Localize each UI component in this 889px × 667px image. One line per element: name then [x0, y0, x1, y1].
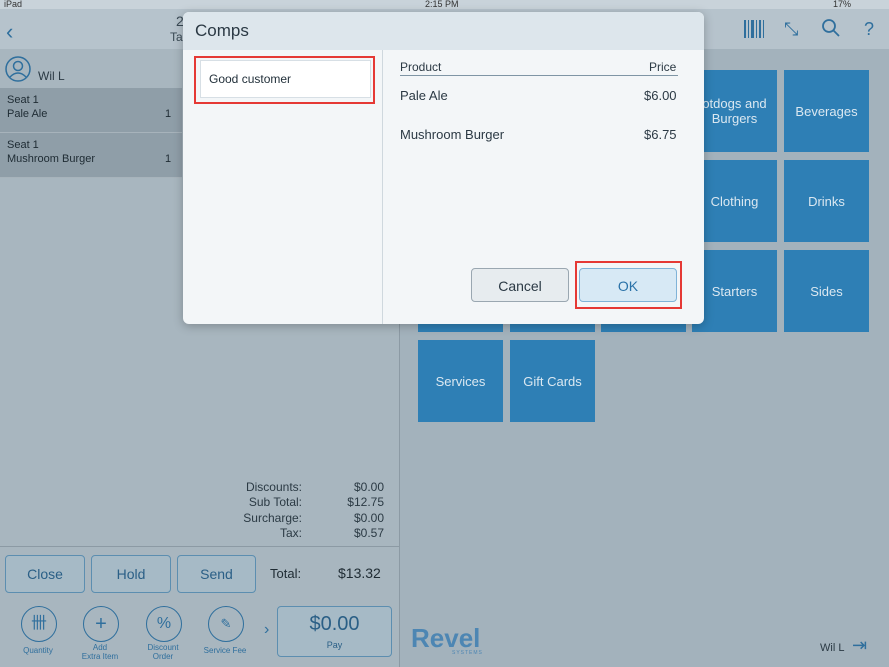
chevron-right-icon[interactable]: › [264, 621, 269, 639]
pay-button[interactable]: $0.00 Pay [277, 606, 392, 657]
category-tile[interactable]: otdogs and Burgers [692, 70, 777, 152]
user-avatar-icon [5, 56, 31, 87]
category-tile[interactable]: Drinks [784, 160, 869, 242]
device-name: iPad [4, 0, 23, 9]
close-button[interactable]: Close [5, 555, 85, 593]
surcharge-value: $0.00 [353, 511, 384, 525]
barcode-icon[interactable] [744, 20, 764, 43]
header-rule [400, 75, 678, 76]
status-bar: iPad 2:15 PM 17% [0, 0, 889, 9]
help-icon[interactable]: ? [864, 19, 874, 40]
quantity-icon[interactable]: 卌 [21, 606, 57, 642]
category-tile[interactable]: Clothing [692, 160, 777, 242]
add-extra-label-2: Extra Item [81, 652, 119, 661]
service-fee-icon[interactable]: ✎ [208, 606, 244, 642]
category-tile[interactable]: Gift Cards [510, 340, 595, 422]
column-header-product: Product [400, 60, 442, 74]
dialog-header [183, 12, 704, 50]
service-fee-label: Service Fee [203, 646, 247, 655]
battery-percent: 17% [833, 0, 852, 9]
surcharge-label: Surcharge: [243, 511, 302, 525]
category-tile[interactable]: Services [418, 340, 503, 422]
discount-order-icon[interactable]: % [146, 606, 182, 642]
seat-label: Seat 1 [7, 94, 39, 106]
comp-price: $6.75 [644, 127, 677, 142]
comp-product: Pale Ale [400, 88, 448, 103]
item-name: Pale Ale [7, 108, 48, 120]
comps-dialog: Comps Good customer Product Price Pale A… [183, 12, 704, 324]
logout-icon[interactable]: ⇥ [852, 635, 867, 656]
column-header-price: Price [649, 60, 677, 74]
discount-label-2: Order [152, 652, 174, 661]
pay-amount: $0.00 [309, 613, 360, 635]
tax-value: $0.57 [353, 526, 384, 540]
category-tile[interactable]: Starters [692, 250, 777, 332]
subtotal-value: $12.75 [347, 495, 384, 509]
dialog-title: Comps [195, 21, 249, 40]
discounts-label: Discounts: [245, 480, 302, 494]
discounts-value: $0.00 [353, 480, 384, 494]
divider [0, 546, 399, 547]
comp-reason-item[interactable]: Good customer [200, 60, 371, 98]
table-label: Ta [170, 30, 183, 44]
quantity-label: Quantity [23, 646, 53, 655]
comp-price: $6.00 [644, 88, 677, 103]
footer-user: Wil L [820, 642, 845, 654]
item-qty: 1 [165, 153, 172, 165]
clock: 2:15 PM [425, 0, 459, 9]
add-extra-label-1: Add [92, 643, 108, 652]
revel-logo-sub: SYSTEMS [452, 650, 483, 656]
search-icon[interactable] [822, 19, 840, 42]
dialog-divider [382, 50, 383, 324]
order-user: Wil L [38, 69, 65, 83]
category-tile[interactable]: Sides [784, 250, 869, 332]
tax-label: Tax: [279, 526, 302, 540]
back-icon[interactable]: ‹ [6, 19, 13, 45]
total-label: Total: [270, 566, 302, 581]
discount-label-1: Discount [147, 643, 179, 652]
category-tile[interactable]: Beverages [784, 70, 869, 152]
subtotal-label: Sub Total: [248, 495, 302, 509]
item-name: Mushroom Burger [7, 153, 96, 165]
order-item[interactable]: Seat 1 Pale Ale 1 [0, 88, 182, 133]
pay-label: Pay [326, 640, 343, 650]
send-button[interactable]: Send [177, 555, 256, 593]
add-extra-item-icon[interactable]: + [83, 606, 119, 642]
seat-label: Seat 1 [7, 139, 39, 151]
total-value: $13.32 [338, 565, 381, 581]
comp-product: Mushroom Burger [400, 127, 505, 142]
expand-icon[interactable]: ⤡ [784, 19, 798, 40]
order-item[interactable]: Seat 1 Mushroom Burger 1 [0, 133, 182, 178]
hold-button[interactable]: Hold [91, 555, 171, 593]
ok-button[interactable]: OK [579, 268, 677, 302]
item-qty: 1 [165, 108, 172, 120]
cancel-button[interactable]: Cancel [471, 268, 569, 302]
